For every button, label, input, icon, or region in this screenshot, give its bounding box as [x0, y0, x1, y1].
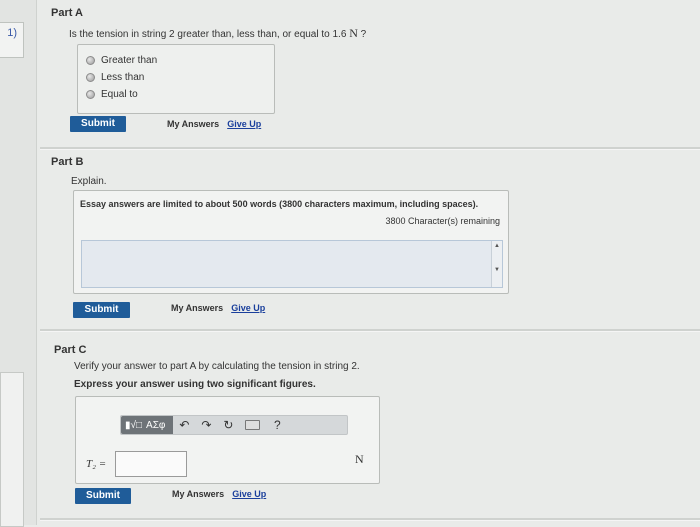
greek-symbols-icon[interactable]: ΑΣφ	[146, 420, 165, 431]
math-template-group: ▮√□ ΑΣφ	[121, 416, 174, 434]
part-c-instruction: Express your answer using two significan…	[74, 379, 316, 390]
option-label: Greater than	[101, 55, 158, 66]
templates-icon[interactable]: ▮√□	[125, 420, 142, 431]
divider	[40, 147, 700, 150]
scroll-up-icon[interactable]: ▲	[492, 241, 502, 251]
reset-icon[interactable]: ↻	[217, 418, 239, 432]
unit-label: N	[355, 452, 364, 466]
divider	[40, 518, 700, 521]
give-up-link[interactable]: Give Up	[231, 303, 265, 313]
scroll-down-icon[interactable]: ▼	[492, 265, 502, 275]
option-label: Less than	[101, 72, 145, 83]
variable-label: T₂ =	[86, 458, 107, 470]
math-answer-box: ▮√□ ΑΣφ ↶ ↷ ↻ ? T₂ = N	[75, 396, 380, 484]
keyboard-icon[interactable]	[245, 420, 261, 430]
part-c-prompt: Verify your answer to part A by calculat…	[74, 361, 360, 372]
essay-textarea[interactable]: ▲ ▼	[81, 240, 503, 288]
question-number-badge: 1)	[0, 22, 24, 58]
option-less-than[interactable]: Less than	[86, 72, 144, 83]
unit-label: N	[349, 26, 358, 40]
part-c-answer-links: My Answers Give Up	[172, 489, 266, 499]
part-b-submit-button[interactable]: Submit	[73, 302, 130, 318]
part-b-title: Part B	[51, 156, 84, 168]
part-a-title: Part A	[51, 7, 83, 19]
answer-input[interactable]	[115, 451, 187, 477]
undo-icon[interactable]: ↶	[173, 418, 195, 432]
give-up-link[interactable]: Give Up	[232, 489, 266, 499]
side-panel	[0, 372, 24, 527]
essay-limit-note: Essay answers are limited to about 500 w…	[80, 199, 479, 209]
essay-container: Essay answers are limited to about 500 w…	[73, 190, 509, 294]
part-b-answer-links: My Answers Give Up	[171, 303, 265, 313]
option-greater-than[interactable]: Greater than	[86, 55, 157, 66]
part-a-answer-links: My Answers Give Up	[167, 119, 261, 129]
question-text: Is the tension in string 2 greater than,…	[69, 29, 347, 40]
option-label: Equal to	[101, 89, 138, 100]
part-c-submit-button[interactable]: Submit	[75, 488, 131, 504]
textarea-scrollbar[interactable]: ▲ ▼	[491, 241, 502, 287]
answer-options: Greater than Less than Equal to	[77, 44, 275, 114]
my-answers-link[interactable]: My Answers	[172, 489, 224, 499]
part-a-submit-button[interactable]: Submit	[70, 116, 126, 132]
my-answers-link[interactable]: My Answers	[167, 119, 219, 129]
question-mark: ?	[360, 29, 367, 40]
radio-icon[interactable]	[86, 56, 95, 65]
math-toolbar: ▮√□ ΑΣφ ↶ ↷ ↻ ?	[120, 415, 348, 435]
redo-icon[interactable]: ↷	[195, 418, 217, 432]
radio-icon[interactable]	[86, 90, 95, 99]
part-b-prompt: Explain.	[71, 176, 107, 187]
my-answers-link[interactable]: My Answers	[171, 303, 223, 313]
option-equal-to[interactable]: Equal to	[86, 89, 138, 100]
give-up-link[interactable]: Give Up	[227, 119, 261, 129]
part-a-question: Is the tension in string 2 greater than,…	[69, 26, 366, 41]
part-c-title: Part C	[54, 344, 87, 356]
characters-remaining: 3800 Character(s) remaining	[385, 216, 500, 226]
help-icon[interactable]: ?	[266, 418, 288, 432]
radio-icon[interactable]	[86, 73, 95, 82]
divider	[40, 329, 700, 332]
